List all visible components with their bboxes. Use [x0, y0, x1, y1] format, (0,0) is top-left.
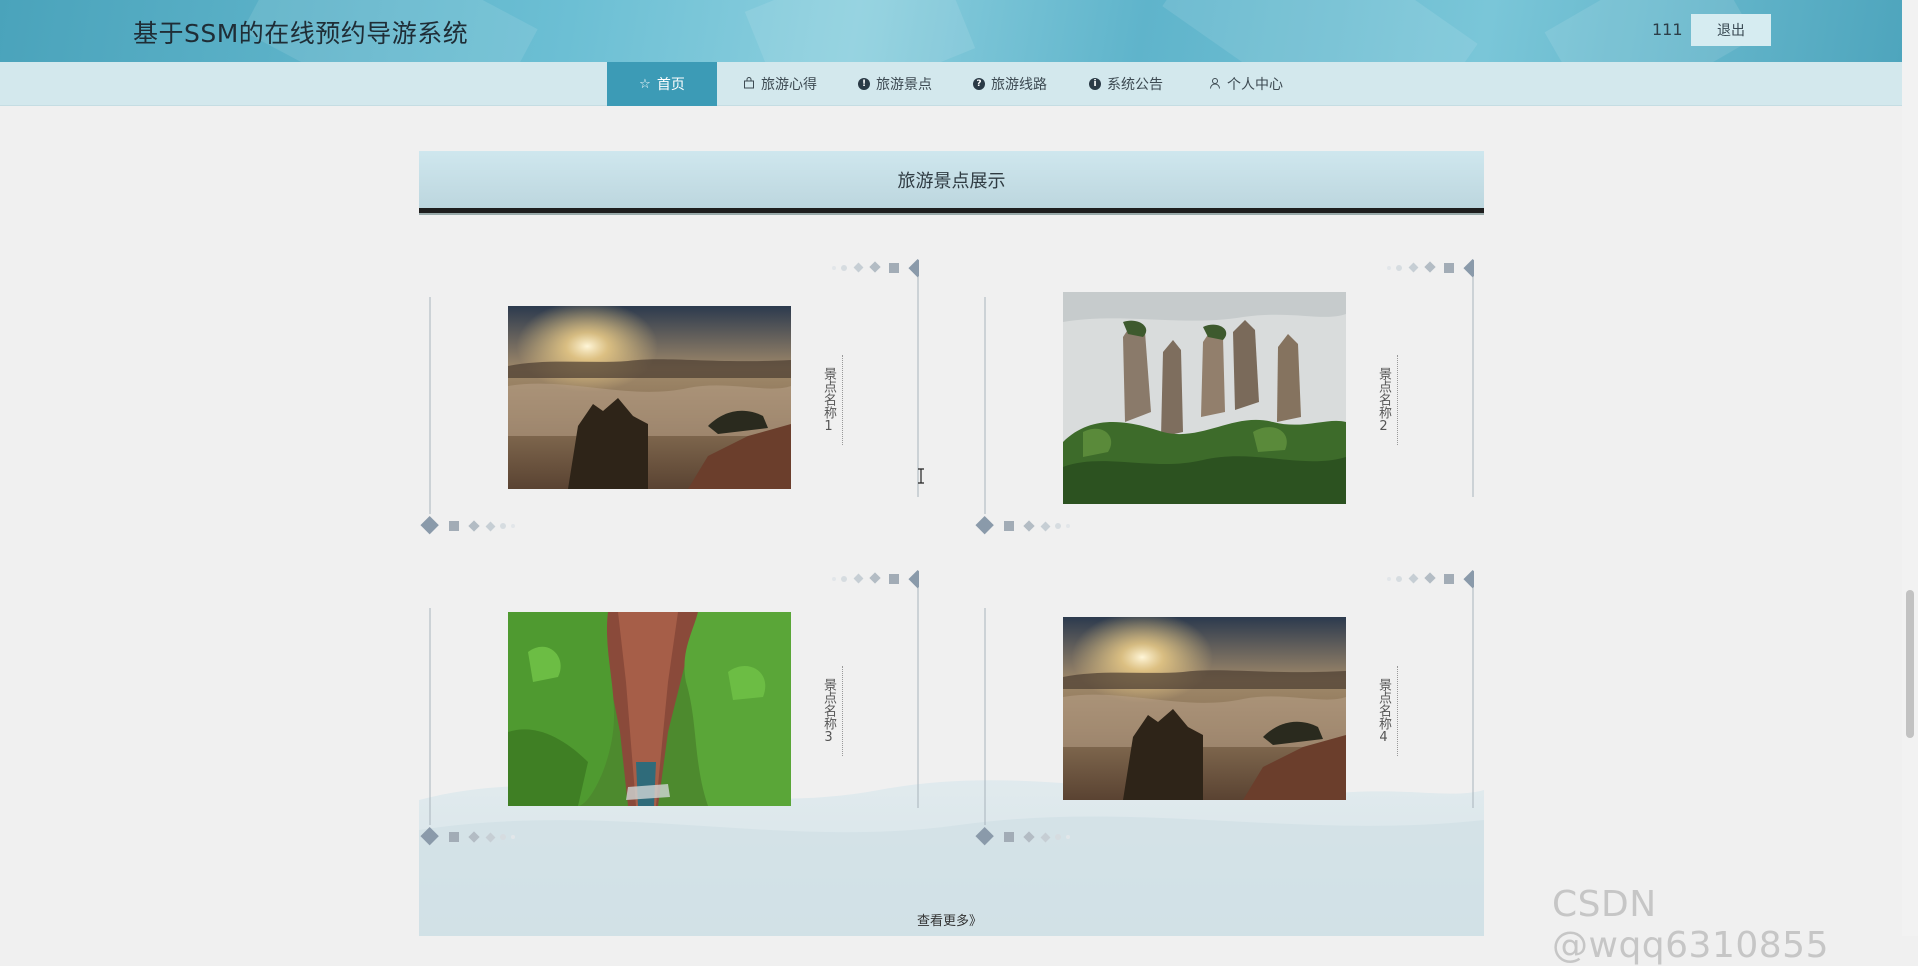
question-circle-icon: ?: [973, 78, 985, 90]
bag-icon: [743, 76, 755, 92]
text-cursor-icon: [917, 468, 925, 488]
nav-item-label: 旅游景点: [876, 77, 932, 93]
user-icon: [1209, 77, 1221, 92]
spot-name[interactable]: 景点名称2: [1364, 355, 1398, 445]
nav-item-label: 旅游线路: [991, 77, 1047, 93]
nav-item-routes[interactable]: ? 旅游线路: [960, 62, 1060, 106]
spot-name[interactable]: 景点名称1: [809, 355, 843, 445]
scrollbar-thumb[interactable]: [1906, 590, 1914, 738]
nav-item-label: 旅游心得: [761, 77, 817, 93]
main-nav: ☆ 首页 旅游心得 ! 旅游景点 ? 旅游线路 i 系统公告 个人中心: [0, 62, 1902, 106]
exclamation-circle-icon: !: [858, 78, 870, 90]
spot-card[interactable]: 景点名称2: [974, 257, 1474, 537]
site-title: 基于SSM的在线预约导游系统: [133, 19, 469, 48]
sunrise-sea-of-clouds-photo[interactable]: [508, 306, 791, 489]
sunrise-sea-of-clouds-photo[interactable]: [1063, 617, 1346, 800]
misty-stone-pillars-photo[interactable]: [1063, 292, 1346, 504]
nav-item-travel-notes[interactable]: 旅游心得: [730, 62, 830, 106]
spot-card[interactable]: 景点名称3: [419, 568, 919, 848]
star-icon: ☆: [639, 76, 651, 92]
nav-item-label: 个人中心: [1227, 77, 1283, 93]
nav-item-home[interactable]: ☆ 首页: [607, 62, 717, 106]
spot-name[interactable]: 景点名称3: [809, 666, 843, 756]
section-title: 旅游景点展示: [419, 151, 1484, 209]
section-divider: [419, 208, 1484, 215]
view-more-link[interactable]: 查看更多》: [917, 910, 982, 929]
nav-item-announcements[interactable]: i 系统公告: [1076, 62, 1176, 106]
info-circle-icon: i: [1089, 78, 1101, 90]
nav-item-label: 首页: [656, 77, 685, 93]
username[interactable]: 111: [1652, 20, 1683, 39]
nav-item-label: 系统公告: [1107, 77, 1163, 93]
header-decoration: [744, 0, 976, 62]
nav-item-personal-center[interactable]: 个人中心: [1196, 62, 1296, 106]
page-scrollbar[interactable]: [1902, 0, 1918, 936]
header-decoration: [1162, 0, 1478, 62]
spot-card[interactable]: 景点名称4: [974, 568, 1474, 848]
watermark: CSDN @wqq6310855: [1552, 884, 1829, 966]
spot-card[interactable]: 景点名称1: [419, 257, 919, 537]
red-rock-canyon-photo[interactable]: [508, 612, 791, 806]
spot-name[interactable]: 景点名称4: [1364, 666, 1398, 756]
logout-button[interactable]: 退出: [1691, 14, 1771, 46]
nav-item-attractions[interactable]: ! 旅游景点: [845, 62, 945, 106]
top-header: 基于SSM的在线预约导游系统 111 退出: [0, 0, 1902, 62]
